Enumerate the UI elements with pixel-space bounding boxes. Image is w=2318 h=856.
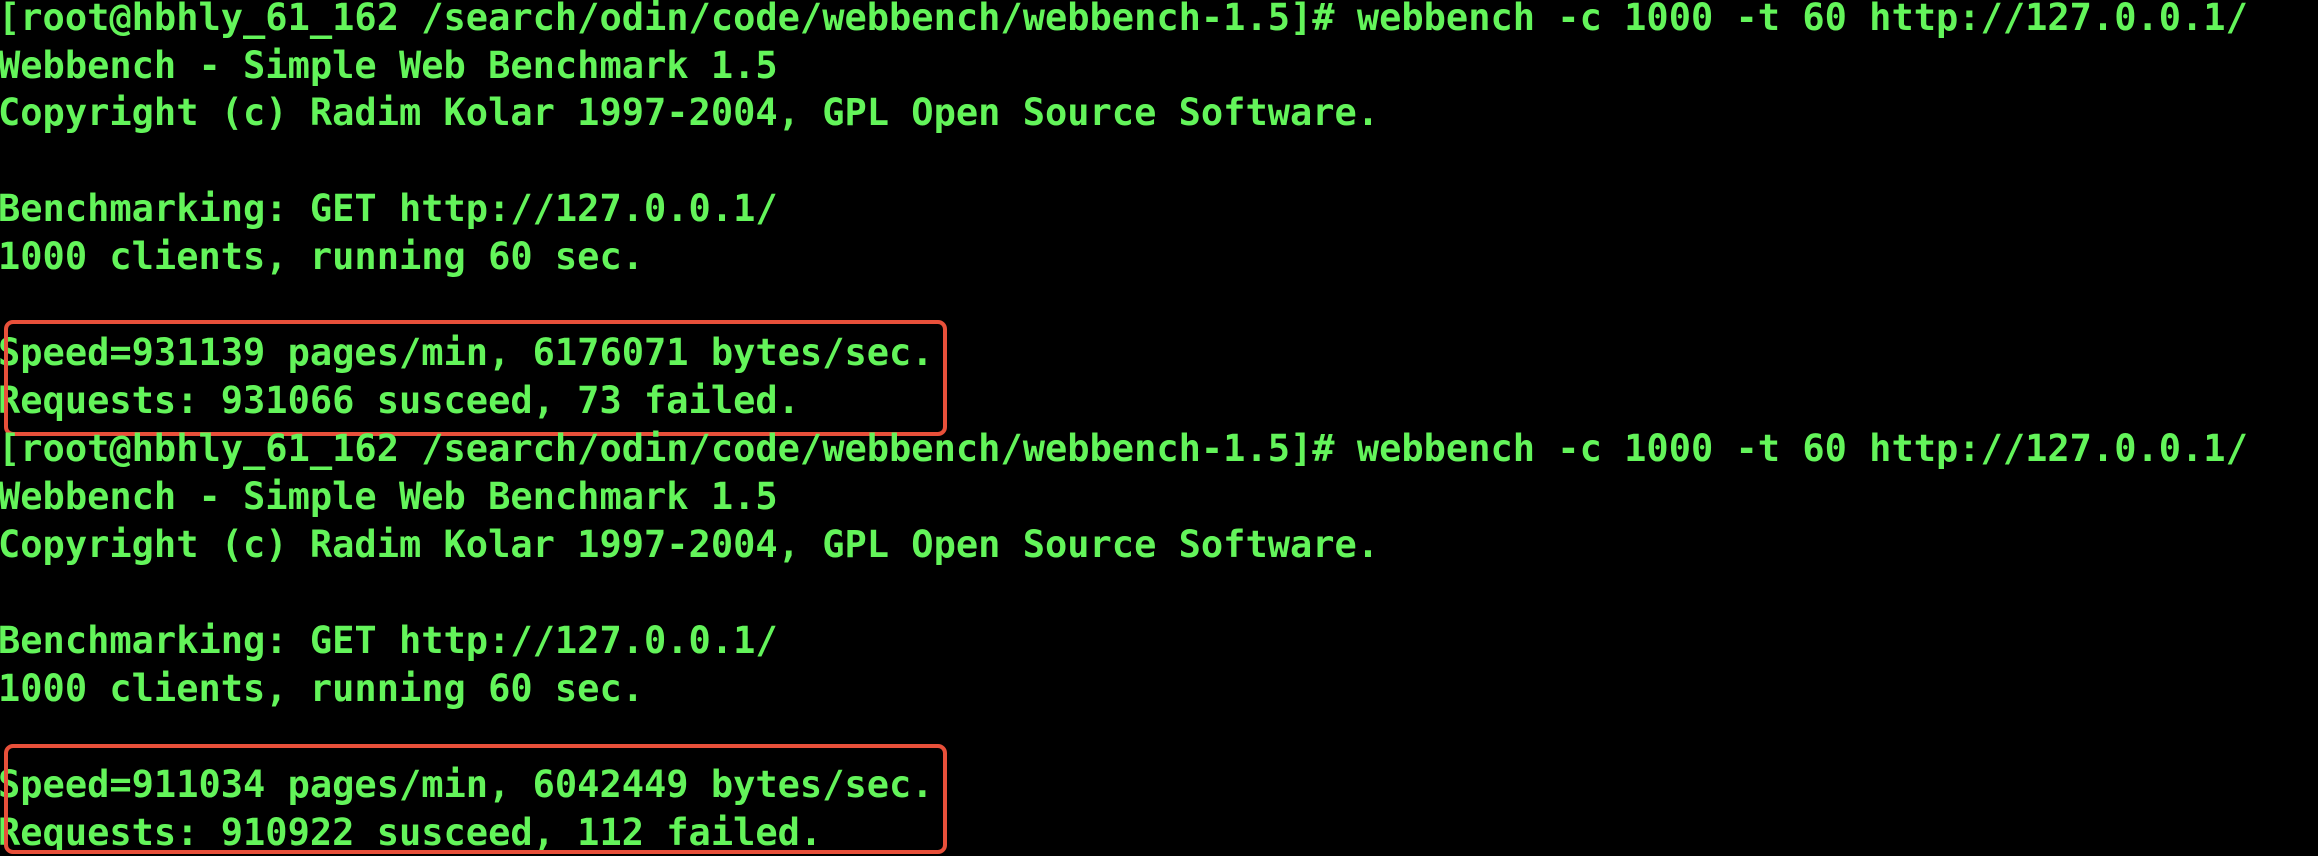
copyright-line: Copyright (c) Radim Kolar 1997-2004, GPL…: [0, 523, 1380, 566]
clients-line: 1000 clients, running 60 sec.: [0, 667, 645, 710]
banner-line: Webbench - Simple Web Benchmark 1.5: [0, 475, 778, 518]
copyright-line: Copyright (c) Radim Kolar 1997-2004, GPL…: [0, 91, 1380, 134]
clients-line: 1000 clients, running 60 sec.: [0, 235, 645, 278]
banner-line: Webbench - Simple Web Benchmark 1.5: [0, 44, 778, 87]
result-highlight-box: [4, 744, 947, 854]
result-highlight-box: [4, 320, 947, 436]
benchmarking-line: Benchmarking: GET http://127.0.0.1/: [0, 187, 778, 230]
terminal-window[interactable]: [root@hbhly_61_162 /search/odin/code/web…: [0, 0, 2318, 856]
command-prompt-line: [root@hbhly_61_162 /search/odin/code/web…: [0, 427, 2248, 470]
command-prompt-line: [root@hbhly_61_162 /search/odin/code/web…: [0, 0, 2248, 39]
benchmarking-line: Benchmarking: GET http://127.0.0.1/: [0, 619, 778, 662]
